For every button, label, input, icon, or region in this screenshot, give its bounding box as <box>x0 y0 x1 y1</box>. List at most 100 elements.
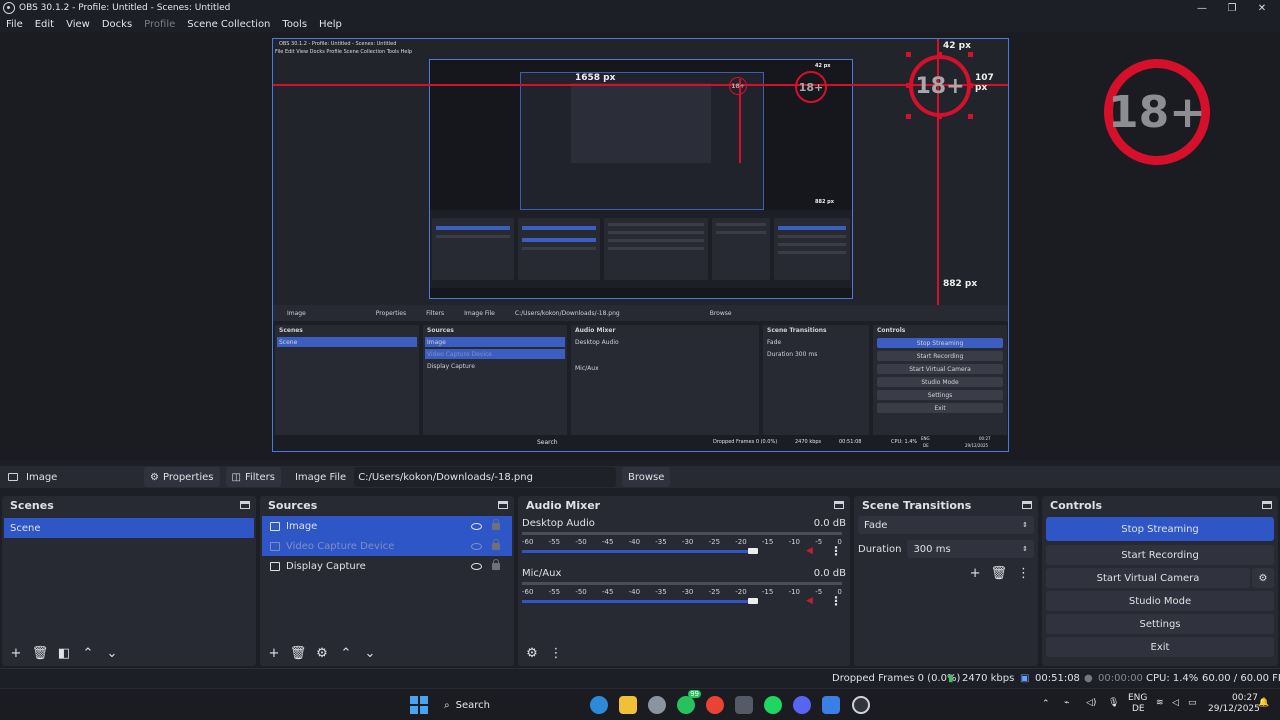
track-menu-icon[interactable]: ⋮ <box>830 594 842 608</box>
volume-slider[interactable] <box>522 600 748 603</box>
obs-taskbar-icon[interactable] <box>852 696 870 714</box>
menu-scene-collection[interactable]: Scene Collection <box>187 19 270 30</box>
file-explorer-icon[interactable] <box>619 696 637 714</box>
stop-streaming-button[interactable]: Stop Streaming <box>1046 517 1274 541</box>
app-cube-icon[interactable] <box>735 696 753 714</box>
lock-icon[interactable] <box>492 558 500 570</box>
move-down-icon[interactable]: ⌄ <box>104 645 120 661</box>
nested-menu: File Edit View Docks Profile Scene Colle… <box>275 49 413 55</box>
chevron-up-icon[interactable]: ⌃ <box>1042 699 1050 709</box>
undock-icon[interactable] <box>498 501 508 509</box>
virtual-camera-settings-gear-icon[interactable]: ⚙ <box>1252 568 1274 588</box>
menu-file[interactable]: File <box>6 19 23 30</box>
volume-slider[interactable] <box>522 550 748 553</box>
move-down-icon[interactable]: ⌄ <box>362 645 378 661</box>
settings-button[interactable]: Settings <box>1046 614 1274 634</box>
spotify-icon[interactable] <box>764 696 782 714</box>
source-item-image[interactable]: Image <box>262 516 512 536</box>
age-rating-badge[interactable]: 18+ <box>1104 59 1210 165</box>
scenes-dock: Scenes Scene + 🗑 ◧ ⌃ ⌄ <box>2 496 256 666</box>
meter-tick-label: -10 <box>788 588 800 596</box>
visibility-eye-icon[interactable] <box>471 522 482 530</box>
start-recording-button[interactable]: Start Recording <box>1046 545 1274 565</box>
source-settings-icon[interactable]: ⚙ <box>314 645 330 661</box>
filters-button[interactable]: ◫ Filters <box>225 467 281 487</box>
menu-profile[interactable]: Profile <box>144 19 175 30</box>
settings-gear-icon[interactable] <box>648 696 666 714</box>
remove-scene-icon[interactable]: 🗑 <box>32 645 49 661</box>
language-top[interactable]: ENG <box>1128 693 1147 703</box>
speaker-mute-icon[interactable]: ◀ <box>806 596 816 606</box>
scene-list-item[interactable]: Scene <box>4 518 254 538</box>
network-icon[interactable]: ⌁ <box>1064 698 1069 708</box>
spin-arrows-icon[interactable]: ⇕ <box>1022 545 1028 553</box>
clock-time[interactable]: 00:27 <box>1232 693 1258 703</box>
mixer-menu-icon[interactable]: ⋮ <box>548 645 564 661</box>
volume-slider-handle[interactable] <box>747 548 758 554</box>
selected-source-name: Image <box>26 471 58 483</box>
hidden-eye-icon[interactable] <box>471 542 482 550</box>
move-up-icon[interactable]: ⌃ <box>338 645 354 661</box>
window-title: OBS 30.1.2 - Profile: Untitled - Scenes:… <box>19 3 231 13</box>
preview-badge[interactable]: 18+ <box>909 55 971 117</box>
windows-start-icon[interactable] <box>410 696 428 714</box>
maximize-button[interactable]: ❐ <box>1216 0 1248 16</box>
track-menu-icon[interactable]: ⋮ <box>830 544 842 558</box>
add-source-icon[interactable]: + <box>266 645 282 661</box>
speaker-mute-icon[interactable]: ◀ <box>806 546 816 556</box>
menu-tools[interactable]: Tools <box>282 19 307 30</box>
undock-icon[interactable] <box>1022 501 1032 509</box>
whatsapp-icon[interactable]: 99 <box>677 690 701 714</box>
lock-icon[interactable] <box>492 518 500 530</box>
undock-icon[interactable] <box>1262 501 1272 509</box>
source-item-video-capture[interactable]: Video Capture Device <box>262 536 512 556</box>
browse-button[interactable]: Browse <box>622 467 671 487</box>
remove-source-icon[interactable]: 🗑 <box>290 645 307 661</box>
transition-select[interactable]: Fade ⇕ <box>858 516 1034 534</box>
scenes-title: Scenes <box>10 498 54 512</box>
volume-slider-handle[interactable] <box>747 598 758 604</box>
exit-button[interactable]: Exit <box>1046 637 1274 657</box>
language-bottom[interactable]: DE <box>1132 704 1145 714</box>
add-transition-icon[interactable]: + <box>970 566 981 581</box>
properties-button[interactable]: ⚙ Properties <box>144 467 220 487</box>
volume-icon[interactable]: ◁) <box>1086 698 1096 708</box>
chrome-icon[interactable] <box>706 696 724 714</box>
wifi-icon[interactable]: ≋ <box>1156 698 1164 708</box>
undock-icon[interactable] <box>240 501 250 509</box>
source-item-display-capture[interactable]: Display Capture <box>262 556 512 576</box>
close-button[interactable]: ✕ <box>1246 0 1278 16</box>
menu-docks[interactable]: Docks <box>102 19 132 30</box>
move-up-icon[interactable]: ⌃ <box>80 645 96 661</box>
edge-icon[interactable] <box>590 696 608 714</box>
minimize-button[interactable]: — <box>1186 0 1218 16</box>
mic-icon[interactable]: 🎙 <box>1108 698 1119 708</box>
duration-spinbox[interactable]: 300 ms ⇕ <box>907 540 1034 558</box>
transition-menu-icon[interactable]: ⋮ <box>1017 566 1030 581</box>
discord-icon[interactable] <box>793 696 811 714</box>
battery-icon[interactable]: ▭ <box>1188 698 1197 708</box>
taskbar-search[interactable]: ⌕ Search <box>440 695 580 715</box>
monitor-icon <box>270 561 280 571</box>
menu-edit[interactable]: Edit <box>35 19 54 30</box>
undock-icon[interactable] <box>834 501 844 509</box>
start-virtual-camera-button[interactable]: Start Virtual Camera <box>1046 568 1250 588</box>
notification-bell-icon[interactable]: 🔔 <box>1258 698 1269 708</box>
add-scene-icon[interactable]: + <box>8 645 24 661</box>
meter-tick-label: -60 <box>522 588 534 596</box>
status-bar: Dropped Frames 0 (0.0%) ▮ 2470 kbps ▣ 00… <box>0 668 1280 688</box>
menu-view[interactable]: View <box>66 19 90 30</box>
scene-filters-icon[interactable]: ◧ <box>56 645 72 661</box>
clock-date[interactable]: 29/12/2025 <box>1208 704 1260 714</box>
visibility-eye-icon[interactable] <box>471 562 482 570</box>
todo-check-icon[interactable] <box>822 696 840 714</box>
advanced-audio-icon[interactable]: ⚙ <box>524 645 540 661</box>
remove-transition-icon[interactable]: 🗑 <box>990 566 1007 581</box>
menu-help[interactable]: Help <box>319 19 342 30</box>
studio-mode-button[interactable]: Studio Mode <box>1046 591 1274 611</box>
lock-icon[interactable] <box>492 538 500 550</box>
track-name: Desktop Audio <box>522 518 595 529</box>
preview-canvas[interactable]: OBS 30.1.2 - Profile: Untitled - Scenes:… <box>272 38 1009 452</box>
image-file-path-field[interactable]: C:/Users/kokon/Downloads/-18.png <box>354 467 617 487</box>
speaker-icon[interactable]: ◁ <box>1172 698 1179 708</box>
